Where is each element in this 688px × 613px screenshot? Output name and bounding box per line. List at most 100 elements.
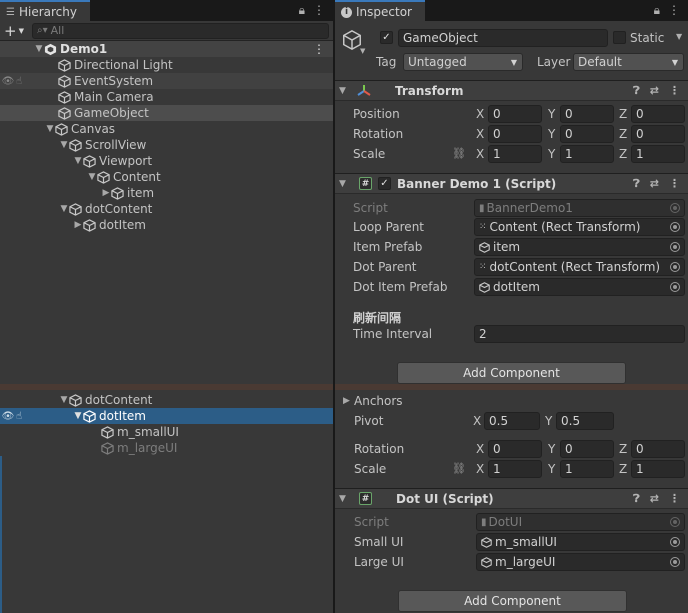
- scale2-y-field[interactable]: 1: [560, 460, 614, 478]
- expand-arrow-icon[interactable]: ▼: [73, 156, 83, 166]
- add-component-button-2[interactable]: Add Component: [398, 590, 627, 612]
- more-menu-icon[interactable]: ⋮: [313, 3, 325, 18]
- dot-ui-header[interactable]: ▼ # Dot UI (Script) ❓︎ ⇄ ⋮: [335, 488, 688, 509]
- hierarchy-item-eventsystem[interactable]: 👁︎ ☝︎ EventSystem: [0, 73, 333, 89]
- object-picker-icon[interactable]: [670, 262, 680, 272]
- scene-menu-icon[interactable]: ⋮: [313, 42, 325, 56]
- hierarchy-item-canvas[interactable]: ▼ Canvas: [0, 121, 333, 137]
- expand-arrow-icon[interactable]: ▼: [45, 124, 55, 134]
- help-icon[interactable]: ❓︎: [633, 84, 640, 98]
- hierarchy-item-dotcontent[interactable]: ▼ dotContent: [0, 201, 333, 217]
- collapse-arrow-icon[interactable]: ▶: [73, 220, 83, 230]
- component-enabled-checkbox[interactable]: ✓: [378, 177, 391, 190]
- scale-y-field[interactable]: 1: [560, 145, 614, 163]
- component-menu-icon[interactable]: ⋮: [669, 84, 680, 98]
- item-prefab-field[interactable]: item: [474, 238, 685, 256]
- rotation2-x-field[interactable]: 0: [488, 440, 542, 458]
- tag-dropdown[interactable]: Untagged ▼: [403, 53, 523, 71]
- position-z-field[interactable]: 0: [631, 105, 685, 123]
- small-ui-field[interactable]: m_smallUI: [476, 533, 685, 551]
- expand-arrow-icon[interactable]: ▼: [87, 172, 97, 182]
- hierarchy-item-main-camera[interactable]: Main Camera: [0, 89, 333, 105]
- position-y-field[interactable]: 0: [560, 105, 614, 123]
- preset-icon[interactable]: ⇄: [650, 84, 659, 98]
- preset-icon[interactable]: ⇄: [650, 492, 659, 506]
- lock-icon[interactable]: 🔒︎: [299, 3, 305, 18]
- expand-arrow-icon[interactable]: ▼: [59, 140, 69, 150]
- lower-item-m-largeui[interactable]: m_largeUI: [0, 440, 333, 456]
- rotation2-z-field[interactable]: 0: [631, 440, 685, 458]
- hierarchy-item-dotitem[interactable]: ▶ dotItem: [0, 217, 333, 233]
- object-picker-icon[interactable]: [670, 222, 680, 232]
- pick-hand-icon[interactable]: ☝︎: [16, 76, 58, 87]
- hierarchy-search-input[interactable]: ⌕▾ All: [32, 22, 329, 39]
- expand-arrow-icon[interactable]: ▼: [59, 204, 69, 214]
- visibility-eye-icon[interactable]: 👁︎: [0, 76, 16, 87]
- scale2-z-field[interactable]: 1: [631, 460, 685, 478]
- active-checkbox[interactable]: ✓: [380, 31, 393, 44]
- scene-row-demo1[interactable]: ▼ Demo1 ⋮: [0, 41, 333, 57]
- expand-arrow-icon[interactable]: ▼: [73, 411, 83, 421]
- lock-icon[interactable]: 🔒︎: [654, 3, 660, 18]
- object-picker-icon[interactable]: [670, 537, 680, 547]
- banner-demo-header[interactable]: ▼ # ✓ Banner Demo 1 (Script) ❓︎ ⇄ ⋮: [335, 173, 688, 194]
- foldout-arrow-icon[interactable]: ▼: [339, 86, 355, 96]
- hierarchy-item-gameobject[interactable]: GameObject: [0, 105, 333, 121]
- item-label: ScrollView: [85, 138, 147, 152]
- rotation-z-field[interactable]: 0: [631, 125, 685, 143]
- dot-item-prefab-field[interactable]: dotItem: [474, 278, 685, 296]
- dot-parent-field[interactable]: ⁙ dotContent (Rect Transform): [474, 258, 685, 276]
- constrain-proportions-icon[interactable]: ⛓︎: [452, 147, 466, 160]
- rotation-y-field[interactable]: 0: [560, 125, 614, 143]
- component-menu-icon[interactable]: ⋮: [669, 492, 680, 506]
- pick-hand-icon[interactable]: ☝︎: [16, 411, 73, 422]
- position-x-field[interactable]: 0: [488, 105, 542, 123]
- pivot-x-field[interactable]: 0.5: [484, 412, 540, 430]
- foldout-arrow-icon[interactable]: ▼: [339, 494, 355, 504]
- lower-item-dotitem[interactable]: 👁︎ ☝︎ ▼ dotItem: [0, 408, 333, 424]
- rotation-x-field[interactable]: 0: [488, 125, 542, 143]
- transform-header[interactable]: ▼ Transform ❓︎ ⇄ ⋮: [335, 80, 688, 101]
- icon-dropdown-icon[interactable]: ▼: [360, 47, 365, 55]
- static-checkbox[interactable]: [613, 31, 626, 44]
- hierarchy-item-scrollview[interactable]: ▼ ScrollView: [0, 137, 333, 153]
- time-interval-field[interactable]: 2: [474, 325, 685, 343]
- object-name-field[interactable]: GameObject: [398, 29, 608, 47]
- constrain-proportions-icon[interactable]: ⛓︎: [452, 462, 466, 475]
- pivot-y-field[interactable]: 0.5: [556, 412, 614, 430]
- scale-x-field[interactable]: 1: [488, 145, 542, 163]
- add-object-button[interactable]: + ▼: [4, 22, 28, 40]
- hierarchy-item-directional-light[interactable]: Directional Light: [0, 57, 333, 73]
- large-ui-field[interactable]: m_largeUI: [476, 553, 685, 571]
- help-icon[interactable]: ❓︎: [633, 177, 640, 191]
- lower-item-dotcontent[interactable]: ▼ dotContent: [0, 392, 333, 408]
- preset-icon[interactable]: ⇄: [650, 177, 659, 191]
- visibility-eye-icon[interactable]: 👁︎: [0, 411, 16, 422]
- object-picker-icon[interactable]: [670, 282, 680, 292]
- object-picker-icon[interactable]: [670, 242, 680, 252]
- object-picker-icon[interactable]: [670, 557, 680, 567]
- expand-arrow-icon[interactable]: ▼: [34, 44, 44, 54]
- collapse-arrow-icon[interactable]: ▶: [101, 188, 111, 198]
- more-menu-icon[interactable]: ⋮: [668, 3, 680, 18]
- anchors-foldout-icon[interactable]: ▶: [343, 396, 350, 406]
- hierarchy-item-item[interactable]: ▶ item: [0, 185, 333, 201]
- panel-splitter[interactable]: [333, 0, 335, 613]
- gameobject-icon: [69, 138, 82, 152]
- tab-hierarchy[interactable]: ☰ Hierarchy: [0, 0, 90, 21]
- expand-arrow-icon[interactable]: ▼: [59, 395, 69, 405]
- static-dropdown-icon[interactable]: ▼: [676, 32, 682, 41]
- rotation2-y-field[interactable]: 0: [560, 440, 614, 458]
- foldout-arrow-icon[interactable]: ▼: [339, 179, 355, 189]
- loop-parent-field[interactable]: ⁙ Content (Rect Transform): [474, 218, 685, 236]
- tab-inspector[interactable]: i Inspector: [335, 0, 425, 21]
- layer-dropdown[interactable]: Default ▼: [573, 53, 684, 71]
- component-menu-icon[interactable]: ⋮: [669, 177, 680, 191]
- hierarchy-item-content[interactable]: ▼ Content: [0, 169, 333, 185]
- hierarchy-item-viewport[interactable]: ▼ Viewport: [0, 153, 333, 169]
- add-component-button[interactable]: Add Component: [397, 362, 626, 384]
- scale2-x-field[interactable]: 1: [488, 460, 542, 478]
- lower-item-m-smallui[interactable]: m_smallUI: [0, 424, 333, 440]
- help-icon[interactable]: ❓︎: [633, 492, 640, 506]
- scale-z-field[interactable]: 1: [631, 145, 685, 163]
